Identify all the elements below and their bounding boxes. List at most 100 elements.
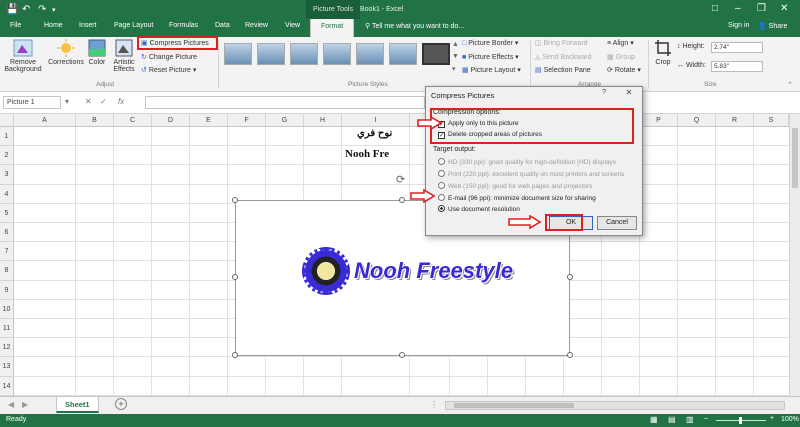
row-header-11[interactable]: 11 [0,319,14,339]
web-option[interactable]: Web (150 ppi): good for web pages and pr… [438,182,592,190]
row-header-12[interactable]: 12 [0,338,14,358]
normal-view-icon[interactable]: ▦ [650,415,658,424]
name-box[interactable]: Picture 1 [3,96,61,109]
picture-style-2[interactable] [257,43,285,65]
email-option[interactable]: E-mail (96 ppi): minimize document size … [438,194,596,202]
column-header-e[interactable]: E [190,114,228,127]
zoom-level[interactable]: 100% [781,416,799,423]
picture-style-5[interactable] [356,43,384,65]
align-button[interactable]: ≡ Align ▾ [607,39,634,47]
compress-pictures-button[interactable]: ▣ Compress Pictures [141,39,209,47]
tab-review[interactable]: Review [245,22,268,29]
sheet-tab-sheet1[interactable]: Sheet1 [56,397,99,413]
zoom-slider-thumb[interactable] [739,417,742,424]
row-header-13[interactable]: 13 [0,357,14,377]
row-header-3[interactable]: 3 [0,165,14,185]
sheet-scroll-left-icon[interactable]: ◀ [8,400,14,409]
page-layout-view-icon[interactable]: ▤ [668,415,676,424]
height-input[interactable]: 2.74" [711,42,763,53]
send-backward-button[interactable]: ◬ Send Backward [535,53,591,61]
styles-scroll-up-icon[interactable]: ▲ [452,41,459,48]
tab-file[interactable]: File [10,22,21,29]
styles-more-icon[interactable]: ▾ [452,65,456,73]
radio-icon[interactable] [438,170,445,177]
vertical-scroll-thumb[interactable] [792,128,798,188]
picture-effects-button[interactable]: ■ Picture Effects ▾ [462,53,519,61]
row-header-8[interactable]: 8 [0,261,14,281]
resize-handle-l[interactable] [232,274,238,280]
crop-button[interactable]: Crop [652,39,674,66]
vertical-scrollbar[interactable] [789,114,800,396]
sign-in-link[interactable]: Sign in [728,22,749,29]
more-options-icon[interactable]: ⋮ [430,400,438,409]
restore-icon[interactable]: ❐ [757,3,766,14]
tab-view[interactable]: View [285,22,300,29]
resize-handle-r[interactable] [567,274,573,280]
confirm-entry-icon[interactable]: ✓ [100,97,107,106]
formula-input[interactable] [145,96,425,109]
row-header-1[interactable]: 1 [0,127,14,147]
picture-border-button[interactable]: □ Picture Border ▾ [462,39,518,47]
picture-style-7[interactable] [422,43,450,65]
resize-handle-t[interactable] [399,197,405,203]
name-box-dropdown-icon[interactable]: ▾ [65,97,69,106]
rotate-handle-icon[interactable]: ⟳ [396,173,405,186]
page-break-view-icon[interactable]: ▥ [686,415,694,424]
column-header-h[interactable]: H [304,114,342,127]
remove-background-button[interactable]: Remove Background [2,39,44,73]
column-header-g[interactable]: G [266,114,304,127]
tab-formulas[interactable]: Formulas [169,22,198,29]
radio-icon[interactable] [438,158,445,165]
picture-layout-button[interactable]: ▦ Picture Layout ▾ [462,66,521,74]
column-header-q[interactable]: Q [678,114,716,127]
ribbon-display-icon[interactable]: □ [712,3,718,14]
sheet-scroll-right-icon[interactable]: ▶ [22,400,28,409]
reset-picture-button[interactable]: ↺ Reset Picture ▾ [141,66,196,74]
picture-style-4[interactable] [323,43,351,65]
artistic-effects-button[interactable]: Artistic Effects [110,39,138,73]
cancel-button[interactable]: Cancel [597,216,637,230]
row-header-14[interactable]: 14 [0,376,14,396]
group-button[interactable]: ▦ Group [607,53,635,61]
row-header-9[interactable]: 9 [0,280,14,300]
selection-pane-button[interactable]: ▤ Selection Pane [535,66,591,74]
resize-handle-bl[interactable] [232,352,238,358]
radio-selected-icon[interactable] [438,205,445,212]
row-header-5[interactable]: 5 [0,203,14,223]
resize-handle-tl[interactable] [232,197,238,203]
save-icon[interactable]: 💾 [6,4,18,15]
share-button[interactable]: 👤 Share [758,22,787,30]
cancel-entry-icon[interactable]: ✕ [85,97,92,106]
customize-qat-icon[interactable]: ▾ [52,6,56,14]
styles-scroll-down-icon[interactable]: ▼ [452,53,459,60]
undo-icon[interactable]: ↶ [22,4,30,15]
column-header-d[interactable]: D [152,114,190,127]
column-header-i[interactable]: I [342,114,410,127]
picture-style-1[interactable] [224,43,252,65]
select-all-corner[interactable] [0,114,14,127]
row-header-7[interactable]: 7 [0,242,14,262]
add-sheet-button[interactable]: + [115,398,127,410]
tab-insert[interactable]: Insert [79,22,97,29]
column-header-b[interactable]: B [76,114,114,127]
help-button[interactable]: ? [597,89,611,100]
radio-icon[interactable] [438,194,445,201]
color-button[interactable]: Color [86,39,108,66]
bring-forward-button[interactable]: ◫ Bring Forward [535,39,588,47]
radio-icon[interactable] [438,182,445,189]
column-header-p[interactable]: P [640,114,678,127]
insert-function-icon[interactable]: fx [118,97,124,106]
rotate-button[interactable]: ⟳ Rotate ▾ [607,66,641,74]
print-option[interactable]: Print (220 ppi): excellent quality on mo… [438,170,624,178]
close-icon[interactable]: ✕ [780,3,788,14]
column-header-a[interactable]: A [14,114,76,127]
width-input[interactable]: 5.83" [711,61,763,72]
document-resolution-option[interactable]: Use document resolution [438,205,520,213]
redo-icon[interactable]: ↷ [38,4,46,15]
zoom-in-icon[interactable]: + [770,415,774,422]
tab-page-layout[interactable]: Page Layout [114,22,153,29]
row-header-6[interactable]: 6 [0,223,14,243]
tab-home[interactable]: Home [44,22,63,29]
column-header-r[interactable]: R [716,114,754,127]
resize-handle-br[interactable] [567,352,573,358]
